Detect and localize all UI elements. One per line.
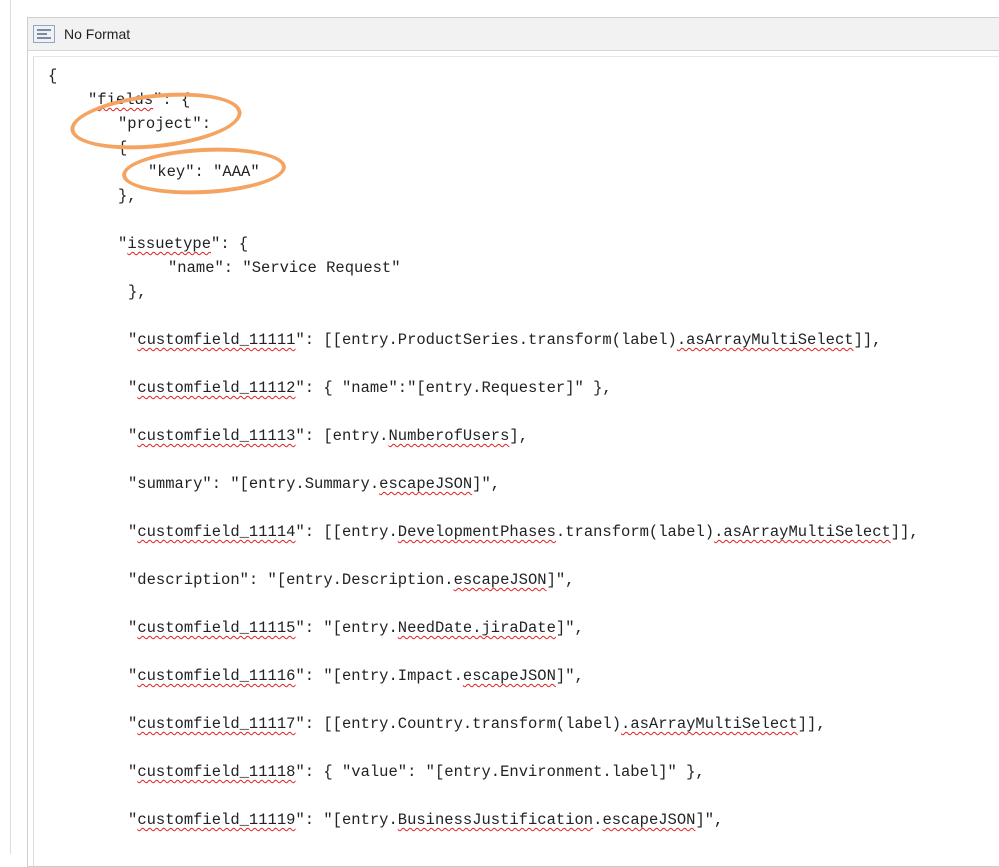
code-line: "description": "[entry.Description.escap… [128, 571, 575, 589]
format-code-icon [33, 25, 55, 43]
code-line: "issuetype": { [118, 235, 249, 253]
code-line: "name": "Service Request" [168, 259, 401, 277]
code-block-header: No Format [28, 18, 999, 51]
code-line: "customfield_11119": "[entry.BusinessJus… [128, 811, 724, 829]
page-left-border [10, 0, 11, 854]
code-line: "customfield_11114": [[entry.Development… [128, 523, 919, 541]
code-line: }, [118, 187, 137, 205]
code-line: "customfield_11118": { "value": "[entry.… [128, 763, 705, 781]
code-line: "customfield_11116": "[entry.Impact.esca… [128, 667, 584, 685]
code-line: { [48, 67, 58, 85]
code-line: "customfield_11115": "[entry.NeedDate.ji… [128, 619, 584, 637]
code-line: "customfield_11112": { "name":"[entry.Re… [128, 379, 612, 397]
code-line: "customfield_11111": [[entry.ProductSeri… [128, 331, 882, 349]
code-line: "summary": "[entry.Summary.escapeJSON]", [128, 475, 501, 493]
code-line: "customfield_11117": [[entry.Country.tra… [128, 715, 826, 733]
code-line: "customfield_11113": [entry.NumberofUser… [128, 427, 528, 445]
code-line: }, [128, 283, 147, 301]
code-block-title: No Format [64, 26, 131, 42]
